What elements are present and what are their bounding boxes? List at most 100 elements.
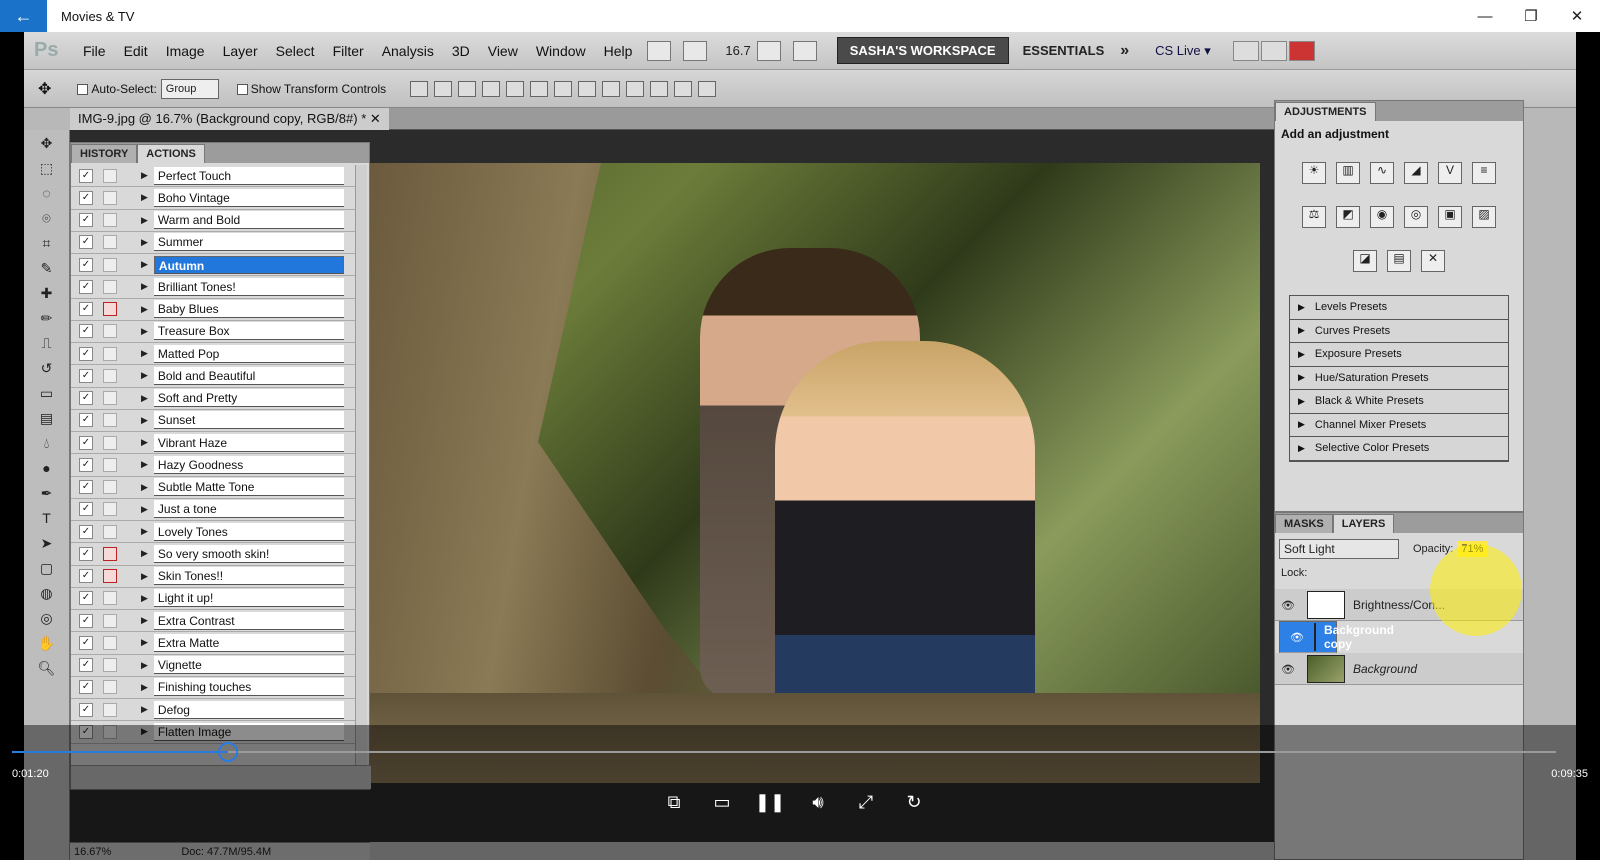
gradient-tool-icon: ▤ <box>39 410 54 426</box>
3d-rotate-tool-icon: ◍ <box>40 585 53 601</box>
exposure-icon: ◢ <box>1404 162 1428 184</box>
layer-thumbnail <box>1313 623 1316 651</box>
dialog-toggle-icon <box>103 346 117 361</box>
expand-triangle-icon: ▶ <box>141 681 148 692</box>
dialog-toggle-icon <box>103 413 117 428</box>
ps-minimize-icon <box>1232 40 1259 61</box>
action-row: ✓ ▶ Bold and Beautiful <box>71 365 357 388</box>
dialog-toggle-icon <box>103 235 117 250</box>
selective-color-icon: ✕ <box>1421 250 1445 272</box>
seek-progress <box>12 751 229 753</box>
action-enabled-checkbox: ✓ <box>79 435 93 450</box>
cursor-highlight <box>1430 544 1522 636</box>
vibrance-icon: V <box>1438 162 1462 184</box>
more-workspaces-icon: » <box>1120 41 1130 59</box>
actions-panel-header: HISTORY ACTIONS <box>71 143 369 163</box>
dialog-toggle-icon <box>103 680 117 695</box>
preset-row: ▶ Channel Mixer Presets <box>1290 413 1508 437</box>
seek-thumb[interactable] <box>218 742 239 762</box>
action-row: ✓ ▶ Perfect Touch <box>71 165 357 188</box>
layer-thumbnail <box>1307 654 1345 683</box>
action-enabled-checkbox: ✓ <box>79 302 93 317</box>
ps-window-controls <box>1231 40 1315 61</box>
minibridge-icon <box>683 40 708 61</box>
action-label: Soft and Pretty <box>153 389 344 408</box>
action-label: Sunset <box>153 411 344 430</box>
ps-menu-view: View <box>487 42 518 59</box>
dialog-toggle-icon <box>103 658 117 673</box>
fullscreen-icon[interactable]: ⤢ <box>842 792 890 813</box>
action-row: ✓ ▶ Treasure Box <box>71 321 357 343</box>
photoshop-menubar: Ps File Edit Image Layer Select Filter Analysi… <box>24 32 1576 70</box>
action-row: ✓ ▶ Lovely Tones <box>71 521 357 544</box>
ps-close-icon <box>1288 40 1315 61</box>
invert-icon: ▣ <box>1438 206 1462 228</box>
type-tool-icon: T <box>42 510 51 526</box>
levels-icon: ▥ <box>1336 162 1360 184</box>
preset-label: Black & White Presets <box>1314 395 1424 408</box>
action-row: ✓ ▶ Subtle Matte Tone <box>71 477 357 499</box>
zoom-tool-icon: 🔍︎ <box>37 660 56 676</box>
expand-triangle-icon: ▶ <box>141 392 148 403</box>
action-row: ✓ ▶ Matted Pop <box>71 343 357 366</box>
back-button[interactable]: ← <box>0 0 47 32</box>
action-label: Summer <box>153 233 344 252</box>
seek-bar[interactable] <box>12 742 1556 762</box>
expand-triangle-icon: ▶ <box>141 348 148 359</box>
ps-menu-help: Help <box>603 42 633 59</box>
dialog-toggle-icon <box>103 257 117 272</box>
action-label: Treasure Box <box>153 322 344 341</box>
zoom-level: 16.7 <box>725 43 751 58</box>
action-row: ✓ ▶ Baby Blues <box>71 299 357 321</box>
minimize-button[interactable]: — <box>1462 0 1508 32</box>
action-row: ✓ ▶ Autumn <box>71 254 357 277</box>
layer-name: Background copy <box>1323 623 1394 651</box>
brush-tool-icon: ✏ <box>40 310 53 326</box>
action-enabled-checkbox: ✓ <box>79 591 93 606</box>
blur-tool-icon: 💧︎ <box>43 435 50 451</box>
dialog-toggle-icon <box>103 613 117 628</box>
preset-label: Exposure Presets <box>1314 348 1402 361</box>
action-label: So very smooth skin! <box>153 544 344 563</box>
pause-icon[interactable]: ❚❚ <box>746 792 794 813</box>
action-enabled-checkbox: ✓ <box>79 613 93 628</box>
cast-icon[interactable]: ⧉ <box>650 792 698 813</box>
action-row: ✓ ▶ Warm and Bold <box>71 210 357 232</box>
quick-select-tool-icon: ⌾ <box>42 210 51 226</box>
preset-row: ▶ Hue/Saturation Presets <box>1290 366 1508 390</box>
expand-triangle-icon: ▶ <box>1298 372 1305 383</box>
elapsed-time: 0:01:20 <box>12 768 49 780</box>
action-label: Subtle Matte Tone <box>153 478 344 497</box>
repeat-icon[interactable]: ↻ <box>890 792 938 813</box>
dialog-toggle-icon <box>103 480 117 495</box>
volume-icon[interactable]: 🔊︎ <box>794 792 842 813</box>
curves-icon: ∿ <box>1370 162 1394 184</box>
action-enabled-checkbox: ✓ <box>79 324 93 339</box>
auto-select-checkbox <box>77 83 89 95</box>
dialog-toggle-icon <box>103 302 117 317</box>
action-label: Light it up! <box>153 589 344 608</box>
mini-view-icon[interactable]: ▭ <box>698 792 746 813</box>
action-row: ✓ ▶ Sunset <box>71 410 357 432</box>
dialog-toggle-icon <box>103 435 117 450</box>
ps-menu-file: File <box>83 42 106 59</box>
ps-menu-analysis: Analysis <box>381 42 434 59</box>
align-right-icon <box>530 80 549 97</box>
preset-list: ▶ Levels Presets ▶ Curves Presets ▶ Exposure … <box>1289 295 1509 462</box>
action-label: Baby Blues <box>153 300 344 319</box>
expand-triangle-icon: ▶ <box>1298 442 1305 453</box>
preset-row: ▶ Black & White Presets <box>1290 390 1508 414</box>
eye-icon: 👁︎ <box>1281 599 1295 612</box>
expand-triangle-icon: ▶ <box>1298 395 1305 406</box>
action-label: Defog <box>153 700 344 719</box>
expand-triangle-icon: ▶ <box>141 570 148 581</box>
close-button[interactable]: ✕ <box>1554 0 1600 32</box>
action-label: Extra Matte <box>153 633 344 652</box>
expand-triangle-icon: ▶ <box>141 481 148 492</box>
expand-triangle-icon: ▶ <box>141 303 148 314</box>
shape-tool-icon: ▢ <box>39 560 54 576</box>
action-enabled-checkbox: ✓ <box>79 168 93 183</box>
preset-label: Curves Presets <box>1314 324 1391 337</box>
layer-row: 👁︎ Background copy <box>1279 621 1394 653</box>
restore-button[interactable]: ❐ <box>1508 0 1554 32</box>
